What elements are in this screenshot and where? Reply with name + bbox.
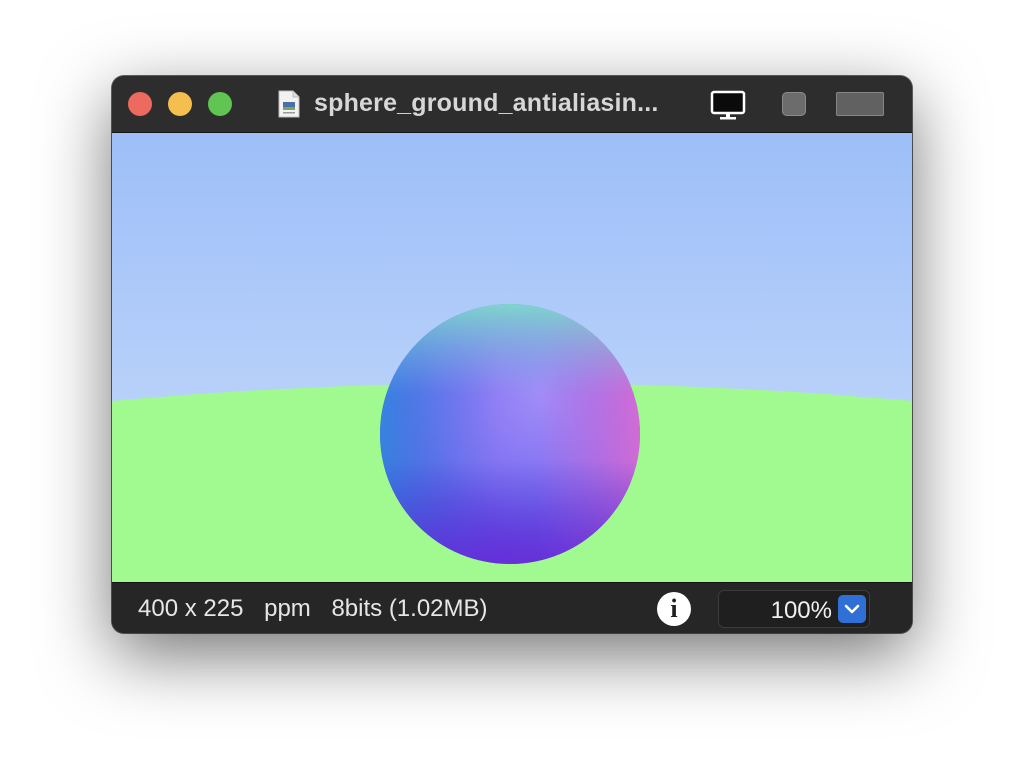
image-format: ppm (264, 595, 311, 622)
title-bar[interactable]: sphere_ground_antialiasin... (112, 76, 912, 133)
image-info: 400 x 225 ppm 8bits (1.02MB) (138, 595, 502, 623)
monitor-icon[interactable] (710, 90, 746, 122)
image-dimensions: 400 x 225 (138, 595, 244, 622)
preview-window: sphere_ground_antialiasin... 400 x 225 p… (112, 76, 912, 633)
image-bits-size: 8bits (1.02MB) (331, 595, 488, 622)
zoom-button[interactable] (208, 92, 232, 116)
chevron-down-icon[interactable] (838, 595, 866, 623)
rendered-image (112, 133, 912, 582)
image-canvas (112, 133, 912, 582)
status-bar: 400 x 225 ppm 8bits (1.02MB) i 100% (112, 582, 912, 633)
close-button[interactable] (128, 92, 152, 116)
square-icon[interactable] (782, 92, 806, 116)
sphere (380, 304, 640, 564)
zoom-select[interactable]: 100% (718, 590, 870, 628)
zoom-value: 100% (770, 597, 832, 624)
info-icon[interactable]: i (657, 592, 691, 626)
rectangle-icon[interactable] (836, 92, 884, 116)
document-icon (278, 90, 300, 118)
minimize-button[interactable] (168, 92, 192, 116)
window-title: sphere_ground_antialiasin... (314, 89, 659, 117)
